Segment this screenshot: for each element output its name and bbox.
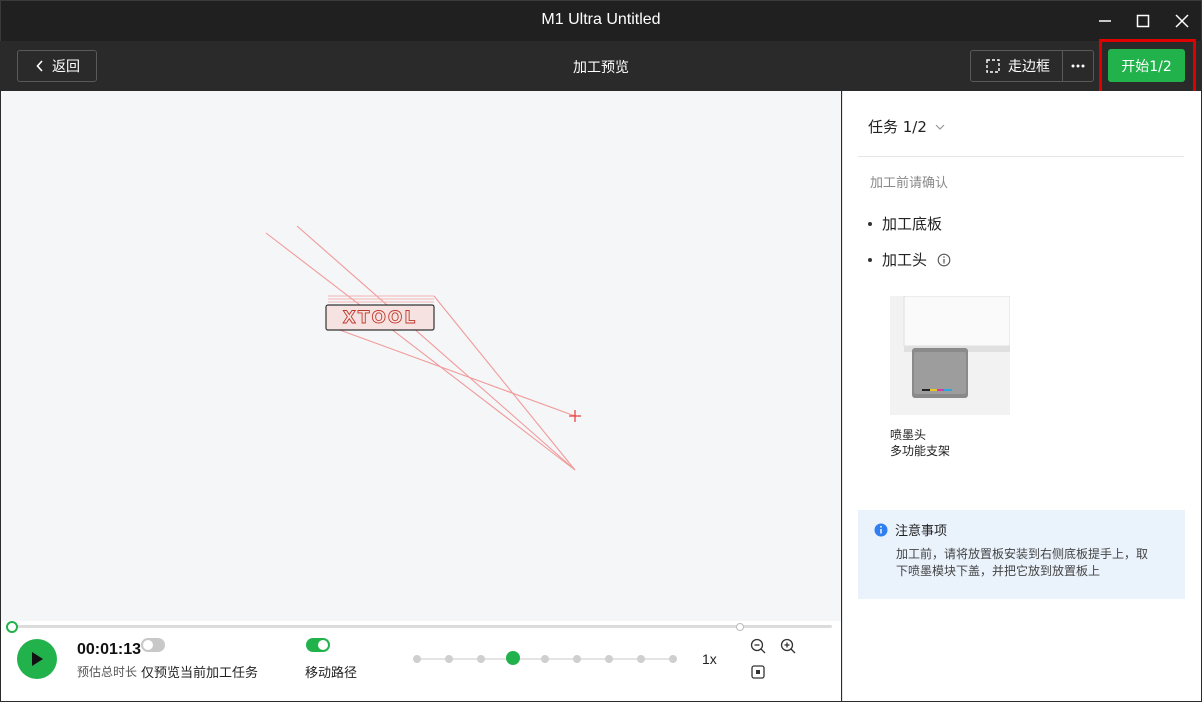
back-button[interactable]: 返回 [17, 50, 97, 82]
checklist-item: 加工底板 [868, 213, 942, 234]
speed-step-dot[interactable] [477, 655, 485, 663]
chevron-left-icon [36, 60, 43, 72]
title-bar: M1 Ultra Untitled [0, 0, 1202, 41]
progress-track[interactable] [10, 625, 832, 628]
print-head-name: 喷墨头 [890, 428, 927, 442]
speed-step-dot[interactable] [637, 655, 645, 663]
panel-divider [858, 156, 1184, 157]
notice-title: 注意事项 [895, 524, 948, 539]
play-button[interactable] [17, 639, 57, 679]
window-title: M1 Ultra Untitled [541, 11, 661, 28]
maximize-icon[interactable] [1133, 11, 1153, 31]
zoom-in-icon[interactable] [779, 637, 797, 655]
checklist-item-label: 加工头 [882, 251, 928, 269]
frame-label: 走边框 [1008, 59, 1050, 75]
speed-step-dot[interactable] [541, 655, 549, 663]
info-filled-icon [874, 523, 888, 536]
task-selector[interactable]: 任务 1/2 [868, 116, 945, 137]
move-path-toggle[interactable] [306, 638, 330, 652]
start-button[interactable]: 开始1/2 [1108, 49, 1185, 82]
close-icon[interactable] [1172, 11, 1192, 31]
estimated-time-label: 预估总时长 [77, 665, 138, 679]
speed-step-dot[interactable] [605, 655, 613, 663]
chevron-down-icon [935, 124, 945, 130]
checklist-item: 加工头 [868, 249, 951, 270]
notice-header: 注意事项 [874, 520, 947, 539]
speed-step-dot[interactable] [413, 655, 421, 663]
frame-button[interactable]: 走边框 [970, 50, 1063, 82]
print-head-image [890, 296, 1010, 415]
speed-step-dot[interactable] [445, 655, 453, 663]
task-title: 任务 1/2 [868, 118, 927, 136]
back-label: 返回 [52, 59, 80, 75]
progress-handle[interactable] [6, 621, 18, 633]
more-button[interactable] [1062, 50, 1094, 82]
toolbar: 返回 加工预览 走边框 开始1/2 [0, 41, 1202, 91]
preview-only-label: 仅预览当前加工任务 [141, 666, 259, 681]
preview-only-toggle[interactable] [141, 638, 165, 652]
speed-slider-handle[interactable] [506, 651, 520, 665]
zoom-out-icon[interactable] [749, 637, 767, 655]
confirm-label: 加工前请确认 [870, 176, 949, 191]
info-icon[interactable] [937, 253, 951, 267]
more-icon [1071, 64, 1085, 68]
checklist-item-label: 加工底板 [882, 215, 943, 233]
speed-label: 1x [702, 651, 717, 667]
move-path-label: 移动路径 [305, 666, 358, 681]
print-head-mount: 多功能支架 [890, 444, 951, 458]
minimize-icon[interactable] [1095, 11, 1115, 31]
speed-step-dot[interactable] [573, 655, 581, 663]
notice-body: 加工前，请将放置板安装到右侧底板提手上，取下喷墨模块下盖，并把它放到放置板上 [896, 547, 1149, 578]
estimated-time: 00:01:13 [77, 641, 142, 658]
speed-step-dot[interactable] [669, 655, 677, 663]
progress-end-marker [736, 623, 744, 631]
fit-view-icon[interactable] [749, 663, 767, 681]
preview-canvas[interactable] [1, 91, 841, 701]
frame-icon [986, 59, 1000, 73]
play-icon [32, 652, 43, 666]
